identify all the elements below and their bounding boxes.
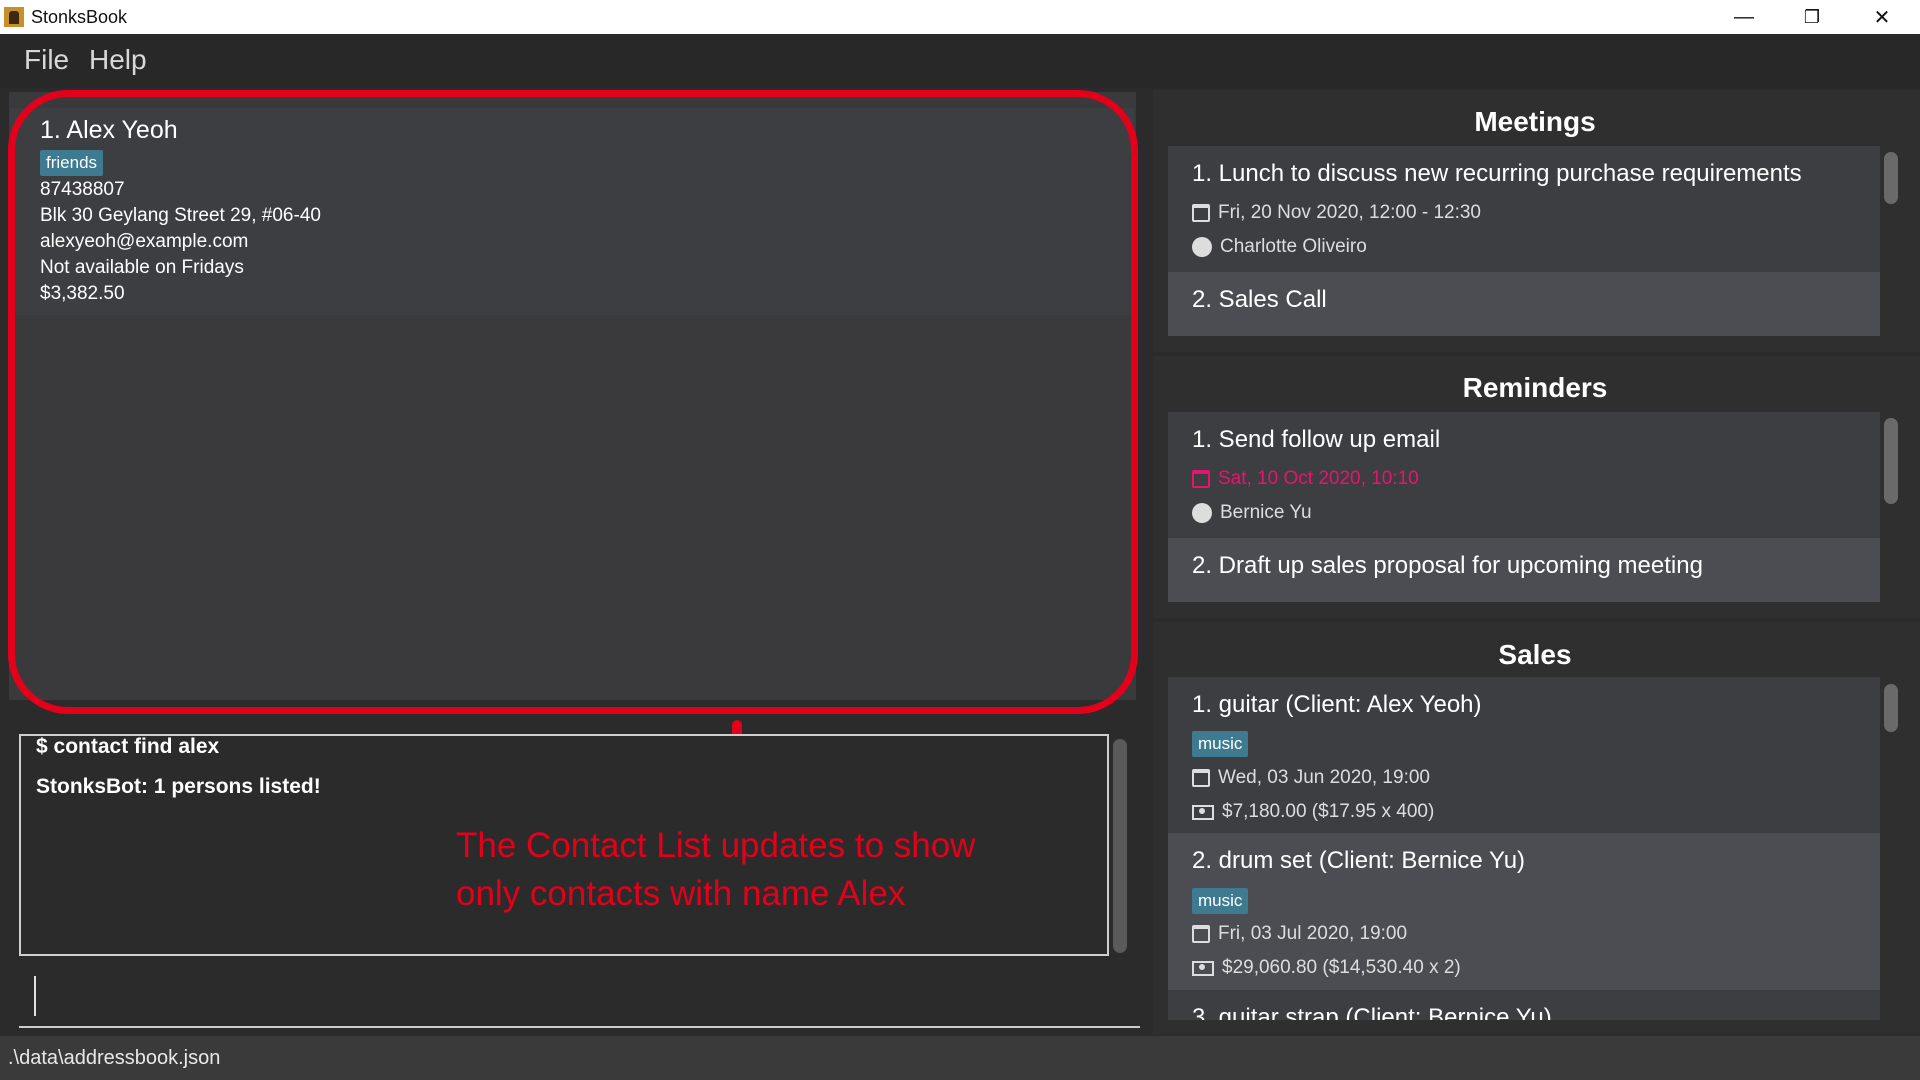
app-logo-icon — [4, 7, 24, 27]
reminders-title: Reminders — [1462, 372, 1608, 403]
sale-amount: $7,180.00 ($17.95 x 400) — [1192, 801, 1434, 823]
sale-amount-text: $29,060.80 ($14,530.40 x 2) — [1222, 957, 1461, 978]
close-button[interactable]: ✕ — [1851, 0, 1913, 34]
meetings-scrollbar[interactable] — [1884, 152, 1898, 204]
menu-bar — [0, 34, 1920, 88]
meeting-title: 2. Sales Call — [1192, 286, 1327, 313]
meetings-list: 1. Lunch to discuss new recurring purcha… — [1168, 146, 1880, 336]
sales-list: 1. guitar (Client: Alex Yeoh) music Wed,… — [1168, 677, 1880, 1020]
reminder-person: Bernice Yu — [1192, 502, 1312, 524]
contact-total: $3,382.50 — [40, 283, 125, 304]
reminder-date-text: Sat, 10 Oct 2020, 10:10 — [1218, 468, 1419, 489]
sale-date-text: Fri, 03 Jul 2020, 19:00 — [1218, 923, 1408, 944]
sales-scrollbar[interactable] — [1884, 684, 1898, 732]
person-icon — [1192, 503, 1212, 523]
sale-card[interactable]: 1. guitar (Client: Alex Yeoh) music Wed,… — [1168, 677, 1880, 833]
reminder-person-text: Bernice Yu — [1220, 502, 1312, 523]
calendar-icon — [1192, 204, 1210, 222]
person-icon — [1192, 237, 1212, 257]
sale-date: Wed, 03 Jun 2020, 19:00 — [1192, 767, 1430, 789]
sale-card[interactable]: 2. drum set (Client: Bernice Yu) music F… — [1168, 833, 1880, 990]
contact-address: Blk 30 Geylang Street 29, #06-40 — [40, 205, 321, 226]
sale-tag: music — [1192, 888, 1249, 914]
contact-email: alexyeoh@example.com — [40, 231, 249, 252]
text-caret — [34, 976, 36, 1016]
sale-date: Fri, 03 Jul 2020, 19:00 — [1192, 923, 1407, 945]
result-scrollbar[interactable] — [1113, 739, 1127, 953]
sale-tag: music — [1192, 731, 1249, 757]
annotation-text-line2: only contacts with name Alex — [456, 874, 906, 913]
result-command: $ contact find alex — [36, 735, 220, 758]
reminders-scrollbar[interactable] — [1884, 418, 1898, 504]
restore-button[interactable]: ❐ — [1781, 0, 1843, 34]
contact-phone: 87438807 — [40, 179, 125, 200]
title-bar: StonksBook — ❐ ✕ — [0, 0, 1920, 34]
status-file-path: .\data\addressbook.json — [8, 1047, 221, 1069]
reminders-list: 1. Send follow up email Sat, 10 Oct 2020… — [1168, 412, 1880, 602]
meeting-title: 1. Lunch to discuss new recurring purcha… — [1192, 160, 1802, 187]
contact-tag: friends — [40, 150, 104, 176]
sale-amount: $29,060.80 ($14,530.40 x 2) — [1192, 957, 1461, 979]
calendar-icon — [1192, 470, 1210, 488]
calendar-icon — [1192, 769, 1210, 787]
reminder-title: 1. Send follow up email — [1192, 426, 1441, 453]
reminder-title: 2. Draft up sales proposal for upcoming … — [1192, 552, 1703, 579]
sale-amount-text: $7,180.00 ($17.95 x 400) — [1222, 801, 1435, 822]
minimize-button[interactable]: — — [1713, 0, 1775, 34]
meeting-person-text: Charlotte Oliveiro — [1220, 236, 1367, 257]
reminder-date: Sat, 10 Oct 2020, 10:10 — [1192, 468, 1419, 490]
sale-date-text: Wed, 03 Jun 2020, 19:00 — [1218, 767, 1430, 788]
calendar-icon — [1192, 925, 1210, 943]
meeting-person: Charlotte Oliveiro — [1192, 236, 1367, 258]
status-bar — [0, 1036, 1920, 1080]
command-input[interactable] — [19, 966, 1140, 1028]
sale-title: 3. guitar strap (Client: Bernice Yu) — [1192, 1004, 1552, 1020]
sale-title: 2. drum set (Client: Bernice Yu) — [1192, 847, 1526, 874]
contact-remark: Not available on Fridays — [40, 257, 244, 278]
money-icon — [1192, 960, 1214, 976]
meeting-card[interactable]: 2. Sales Call — [1168, 272, 1880, 336]
money-icon — [1192, 804, 1214, 820]
meetings-title: Meetings — [1474, 106, 1596, 137]
reminder-card[interactable]: 1. Send follow up email Sat, 10 Oct 2020… — [1168, 412, 1880, 538]
meeting-date: Fri, 20 Nov 2020, 12:00 - 12:30 — [1192, 202, 1481, 224]
menu-help[interactable]: Help — [89, 44, 147, 76]
meeting-date-text: Fri, 20 Nov 2020, 12:00 - 12:30 — [1218, 202, 1481, 223]
sale-title: 1. guitar (Client: Alex Yeoh) — [1192, 691, 1482, 718]
sale-card[interactable]: 3. guitar strap (Client: Bernice Yu) — [1168, 990, 1880, 1020]
contact-name: 1. Alex Yeoh — [40, 116, 178, 144]
meeting-card[interactable]: 1. Lunch to discuss new recurring purcha… — [1168, 146, 1880, 272]
annotation-text-line1: The Contact List updates to show — [456, 826, 976, 865]
window-title: StonksBook — [31, 7, 128, 27]
result-message: StonksBot: 1 persons listed! — [36, 775, 321, 798]
sales-title: Sales — [1498, 639, 1572, 670]
reminder-card[interactable]: 2. Draft up sales proposal for upcoming … — [1168, 538, 1880, 602]
menu-file[interactable]: File — [24, 44, 69, 76]
